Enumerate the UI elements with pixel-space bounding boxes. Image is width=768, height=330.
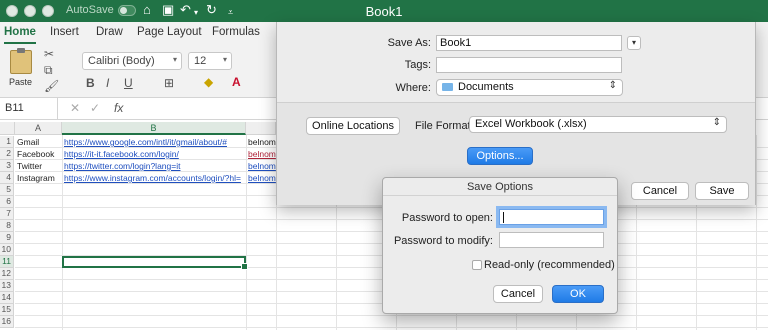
column-gridline	[756, 135, 757, 330]
save-options-cancel-button[interactable]: Cancel	[493, 285, 543, 303]
bold-icon[interactable]: B	[86, 76, 95, 90]
format-painter-icon[interactable]: 🖌	[44, 79, 59, 93]
document-title: Book1	[365, 4, 403, 19]
cell-c1[interactable]: belnom	[246, 137, 276, 149]
row-header-16[interactable]: 16	[0, 316, 14, 328]
font-size-value: 12	[194, 55, 207, 67]
tab-formulas[interactable]: Formulas	[212, 26, 260, 38]
cell-b2[interactable]: https://it-it.facebook.com/login/	[62, 149, 246, 161]
password-modify-label: Password to modify:	[393, 235, 493, 247]
row-header-8[interactable]: 8	[0, 220, 14, 232]
updown-arrows-icon: ⇕	[712, 117, 721, 128]
paste-label[interactable]: Paste	[9, 77, 32, 87]
save-as-cancel-button[interactable]: Cancel	[631, 182, 689, 200]
file-format-value: Excel Workbook (.xlsx)	[475, 118, 587, 130]
row-header-3[interactable]: 3	[0, 160, 14, 172]
corner-select-all[interactable]	[0, 122, 15, 135]
cell-a2[interactable]: Facebook	[15, 149, 62, 161]
text-caret	[503, 212, 504, 223]
row-header-10[interactable]: 10	[0, 244, 14, 256]
online-locations-button[interactable]: Online Locations	[306, 117, 400, 135]
save-button[interactable]: Save	[695, 182, 749, 200]
row-header-14[interactable]: 14	[0, 292, 14, 304]
save-as-label: Save As:	[387, 37, 431, 49]
tab-insert[interactable]: Insert	[50, 26, 79, 38]
cell-a3[interactable]: Twitter	[15, 161, 62, 173]
row-header-4[interactable]: 4	[0, 172, 14, 184]
tab-page-layout[interactable]: Page Layout	[137, 26, 202, 38]
row-header-2[interactable]: 2	[0, 148, 14, 160]
row-header-1[interactable]: 1	[0, 136, 14, 148]
chevron-down-icon: ▾	[222, 55, 227, 64]
row-header-13[interactable]: 13	[0, 280, 14, 292]
where-select[interactable]: Documents ⇕	[436, 79, 623, 96]
italic-icon[interactable]: I	[106, 76, 109, 90]
cell-a1[interactable]: Gmail	[15, 137, 62, 149]
cell-b1[interactable]: https://www.google.com/intl/it/gmail/abo…	[62, 137, 246, 149]
row-header-11[interactable]: 11	[0, 256, 14, 268]
save-options-dialog: Save Options Password to open: Password …	[382, 177, 618, 314]
cell-a4[interactable]: Instagram	[15, 173, 62, 185]
row-gridline	[15, 315, 768, 316]
chevron-down-icon: ▾	[172, 55, 177, 64]
options-button[interactable]: Options...	[467, 147, 533, 165]
dialog-title: Save Options	[383, 178, 617, 196]
font-name-select[interactable]: Calibri (Body) ▾	[82, 52, 182, 70]
column-header-b[interactable]: B	[62, 122, 246, 135]
tab-home[interactable]: Home	[4, 26, 36, 38]
row-header-12[interactable]: 12	[0, 268, 14, 280]
save-as-input[interactable]: Book1	[436, 35, 622, 51]
row-header-6[interactable]: 6	[0, 196, 14, 208]
cell-b4[interactable]: https://www.instagram.com/accounts/login…	[62, 173, 246, 185]
column-header-c[interactable]	[246, 122, 276, 135]
cell-c2[interactable]: belnom	[246, 149, 276, 161]
name-box[interactable]: B11	[0, 98, 58, 120]
row-header-5[interactable]: 5	[0, 184, 14, 196]
fill-color-icon[interactable]: ◆	[204, 75, 213, 89]
font-color-icon[interactable]: A	[232, 75, 241, 89]
confirm-entry-icon[interactable]: ✓	[90, 101, 100, 115]
cell-c3[interactable]: belnom	[246, 161, 276, 173]
insert-function-label[interactable]: fx	[114, 101, 123, 115]
borders-icon[interactable]: ⊞	[164, 76, 174, 90]
row-gridline	[15, 327, 768, 328]
row-header-7[interactable]: 7	[0, 208, 14, 220]
column-header-a[interactable]: A	[15, 122, 62, 135]
cut-icon[interactable]: ✂	[44, 47, 54, 61]
file-format-select[interactable]: Excel Workbook (.xlsx) ⇕	[469, 116, 727, 133]
password-modify-input[interactable]	[499, 232, 604, 248]
underline-icon[interactable]: U	[124, 76, 133, 90]
password-open-input[interactable]	[499, 209, 604, 225]
password-open-label: Password to open:	[401, 212, 493, 224]
cell-c4[interactable]: belnom	[246, 173, 276, 185]
readonly-label[interactable]: Read-only (recommended)	[484, 259, 615, 271]
font-size-select[interactable]: 12 ▾	[188, 52, 232, 70]
readonly-checkbox[interactable]	[472, 260, 482, 270]
selected-cell-outline[interactable]	[62, 256, 248, 270]
row-header-15[interactable]: 15	[0, 304, 14, 316]
font-name-value: Calibri (Body)	[88, 55, 155, 67]
cell-b3[interactable]: https://twitter.com/login?lang=it	[62, 161, 246, 173]
tags-input[interactable]	[436, 57, 622, 73]
copy-icon[interactable]: ⧉	[44, 63, 53, 78]
expand-browser-button[interactable]: ▾	[627, 36, 641, 50]
updown-arrows-icon: ⇕	[608, 80, 617, 91]
row-header-9[interactable]: 9	[0, 232, 14, 244]
file-format-label: File Format:	[415, 120, 474, 132]
tags-label: Tags:	[404, 59, 431, 71]
where-label: Where:	[395, 82, 431, 94]
chevron-down-icon: ▾	[631, 38, 636, 47]
title-bar: AutoSave ⌂ ▣ ↶ ▾ ↻ ⩡ Book1	[0, 0, 768, 22]
tab-draw[interactable]: Draw	[96, 26, 123, 38]
where-value: Documents	[458, 81, 514, 93]
folder-icon	[442, 83, 453, 91]
paste-icon[interactable]	[10, 48, 32, 74]
cancel-entry-icon[interactable]: ✕	[70, 101, 80, 115]
ok-button[interactable]: OK	[552, 285, 604, 303]
